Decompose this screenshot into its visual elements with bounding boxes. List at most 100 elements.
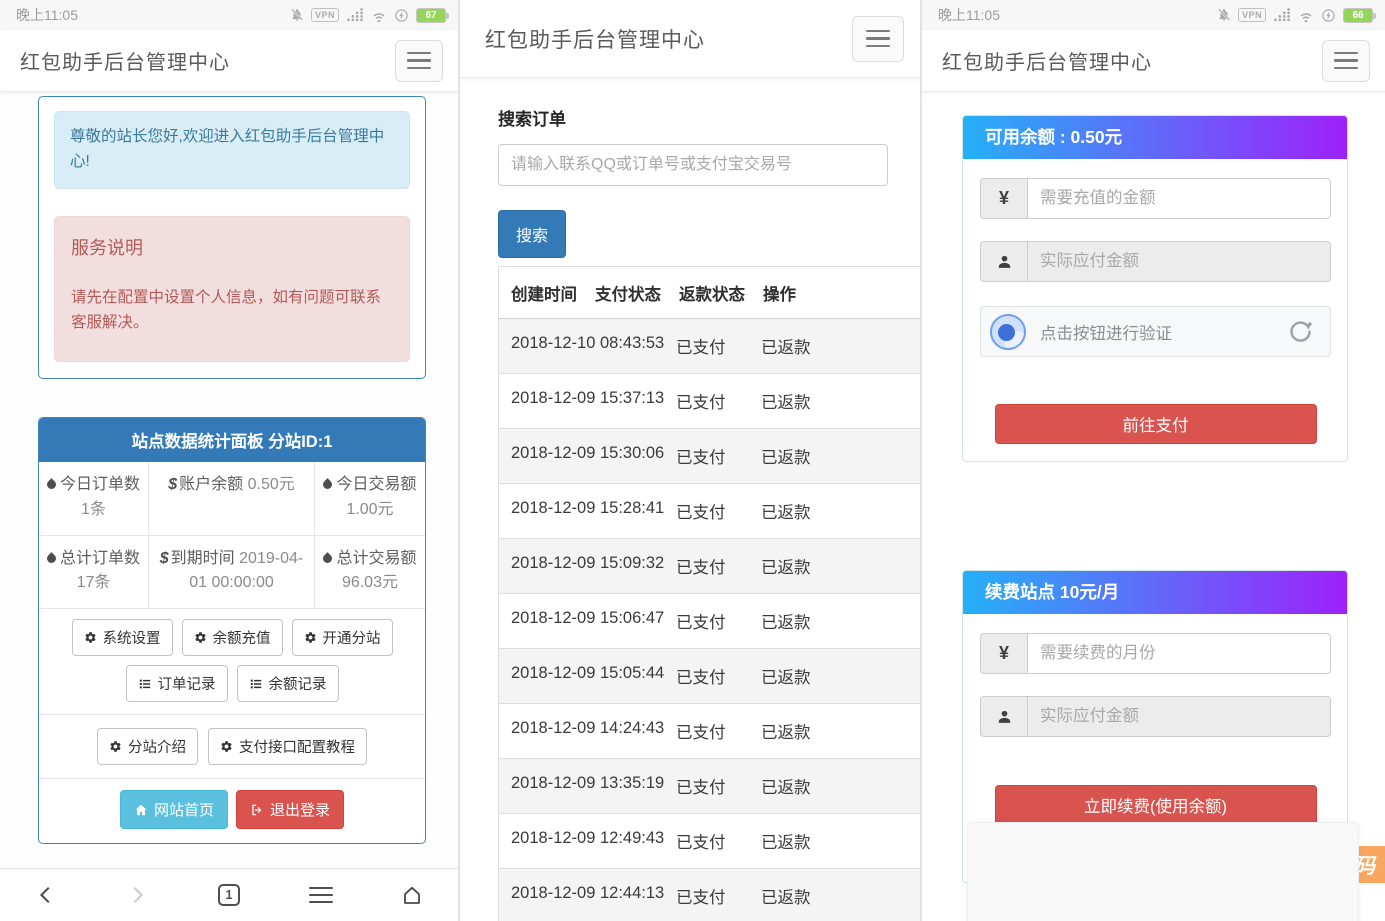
gear-icon: [194, 631, 207, 644]
refund-status-cell: 已返款: [749, 814, 844, 868]
gear-icon: [220, 740, 233, 753]
home-icon: [134, 803, 148, 817]
stat-cell: 今日交易额 1.00元: [315, 462, 425, 536]
refund-status-cell: 已返款: [749, 539, 844, 593]
refund-status-cell: 已返款: [749, 704, 844, 758]
charging-icon: [1321, 8, 1336, 23]
vpn-badge: VPN: [311, 8, 339, 22]
gear-icon: [304, 631, 317, 644]
refund-status-cell: 已返款: [749, 649, 844, 703]
pay-status-cell: 已支付: [664, 759, 749, 813]
panel-action-button[interactable]: 系统设置: [72, 619, 173, 656]
back-button[interactable]: [24, 873, 68, 917]
pay-status-cell: 已支付: [664, 594, 749, 648]
home-outline-icon: [400, 883, 424, 907]
battery-indicator: 66: [1343, 8, 1373, 23]
actions-section: 系统设置 余额充值 开通分站: [39, 609, 425, 715]
order-row: 2018-12-09 15:30:06 已支付 已返款: [499, 428, 920, 483]
tab-count: 1: [218, 884, 240, 906]
stat-cell: 总计订单数 17条: [39, 536, 149, 610]
panel-action-button[interactable]: 余额记录: [237, 665, 339, 702]
pay-button[interactable]: 前往支付: [995, 404, 1317, 444]
search-input[interactable]: [498, 144, 888, 186]
service-alert: 服务说明 请先在配置中设置个人信息，如有问题可联系客服解决。: [54, 216, 410, 362]
forward-button[interactable]: [115, 873, 159, 917]
panel-action-button[interactable]: 开通分站: [292, 619, 393, 656]
order-time-cell: 2018-12-09 15:30:06: [499, 429, 664, 483]
page-title: 红包助手后台管理中心: [485, 24, 705, 54]
order-time-cell: 2018-12-09 13:35:19: [499, 759, 664, 813]
order-time-cell: 2018-12-09 14:24:43: [499, 704, 664, 758]
stat-cell: 账户余额 0.50元: [149, 462, 315, 536]
status-bar-right: 晚上11:05 VPN 66: [922, 0, 1385, 30]
recharge-payable-input[interactable]: [1027, 241, 1331, 282]
phone-left-screen: 晚上11:05 VPN 67 红包助手后台管理中心: [0, 0, 458, 921]
menu-button[interactable]: [395, 40, 443, 82]
browser-nav-bar: 1: [0, 868, 458, 921]
order-time-cell: 2018-12-09 15:28:41: [499, 484, 664, 538]
refund-status-cell: 已返款: [749, 869, 844, 921]
stat-cell: 今日订单数 1条: [39, 462, 149, 536]
menu-button[interactable]: [852, 16, 904, 62]
battery-indicator: 67: [416, 8, 446, 23]
menu-button[interactable]: [1322, 40, 1370, 82]
app-header: 红包助手后台管理中心: [922, 30, 1385, 92]
captcha-circle-icon: [990, 314, 1026, 350]
charging-icon: [394, 8, 409, 23]
panel-action-button[interactable]: 余额充值: [182, 619, 283, 656]
pay-status-cell: 已支付: [664, 429, 749, 483]
clock-label: 晚上11:05: [16, 5, 78, 25]
recharge-amount-input[interactable]: [1027, 178, 1331, 219]
logout-icon: [250, 803, 264, 817]
panel-action-button[interactable]: 支付接口配置教程: [208, 728, 367, 765]
droplet-icon: [47, 476, 60, 493]
panel-action-button[interactable]: 分站介绍: [97, 728, 198, 765]
logout-button[interactable]: 退出登录: [236, 790, 344, 829]
action-cell: [844, 759, 920, 813]
dollar-icon: [168, 476, 179, 493]
screenshot-root: 晚上11:05 VPN 67 红包助手后台管理中心: [0, 0, 1385, 921]
renew-payable-input[interactable]: [1027, 696, 1331, 737]
order-row: 2018-12-09 15:06:47 已支付 已返款: [499, 593, 920, 648]
hamburger-icon: [309, 887, 333, 904]
browser-menu-button[interactable]: [299, 873, 343, 917]
pay-status-cell: 已支付: [664, 539, 749, 593]
order-row: 2018-12-09 12:44:13 已支付 已返款: [499, 868, 920, 921]
search-orders-title: 搜索订单: [498, 105, 888, 130]
refund-status-cell: 已返款: [749, 429, 844, 483]
renew-button[interactable]: 立即续费(使用余额): [995, 785, 1317, 825]
pay-status-cell: 已支付: [664, 649, 749, 703]
action-cell: [844, 649, 920, 703]
stats-panel: 站点数据统计面板 分站ID:1 今日订单数 1条 账户余额 0.50元: [38, 417, 426, 844]
tabs-button[interactable]: 1: [207, 873, 251, 917]
page-title: 红包助手后台管理中心: [942, 46, 1152, 75]
stats-panel-header: 站点数据统计面板 分站ID:1: [39, 418, 425, 462]
column-header: 支付状态: [583, 267, 667, 318]
action-cell: [844, 539, 920, 593]
renew-months-input[interactable]: [1027, 633, 1331, 674]
table-body: 2018-12-10 08:43:53 已支付 已返款 2018-12-09 1…: [499, 319, 920, 921]
balance-card: 可用余额 : 0.50元 ¥ 点击按钮进行验证: [962, 115, 1348, 462]
welcome-alert: 尊敬的站长您好,欢迎进入红包助手后台管理中心!: [54, 111, 410, 189]
refund-status-cell: 已返款: [749, 594, 844, 648]
app-header: 红包助手后台管理中心: [0, 30, 458, 92]
gear-icon: [109, 740, 122, 753]
list-icon: [249, 677, 263, 691]
captcha-refresh-button[interactable]: [1287, 318, 1314, 345]
wifi-icon: [371, 9, 387, 22]
panel-action-button[interactable]: 订单记录: [126, 665, 228, 702]
bell-muted-icon: [1217, 8, 1231, 22]
captcha-widget[interactable]: 点击按钮进行验证: [980, 306, 1331, 357]
dollar-icon: [160, 550, 171, 567]
home-button[interactable]: 网站首页: [120, 790, 228, 829]
search-button[interactable]: 搜索: [498, 210, 566, 258]
page-title: 红包助手后台管理中心: [20, 46, 230, 75]
order-row: 2018-12-09 15:28:41 已支付 已返款: [499, 483, 920, 538]
home-nav-button[interactable]: [390, 873, 434, 917]
chevron-right-icon: [126, 884, 148, 906]
droplet-icon: [323, 476, 336, 493]
notice-panel: 尊敬的站长您好,欢迎进入红包助手后台管理中心! 服务说明 请先在配置中设置个人信…: [38, 96, 426, 379]
stat-value: 17条: [77, 574, 111, 591]
person-icon: [980, 241, 1027, 282]
clock-label: 晚上11:05: [938, 5, 1000, 25]
